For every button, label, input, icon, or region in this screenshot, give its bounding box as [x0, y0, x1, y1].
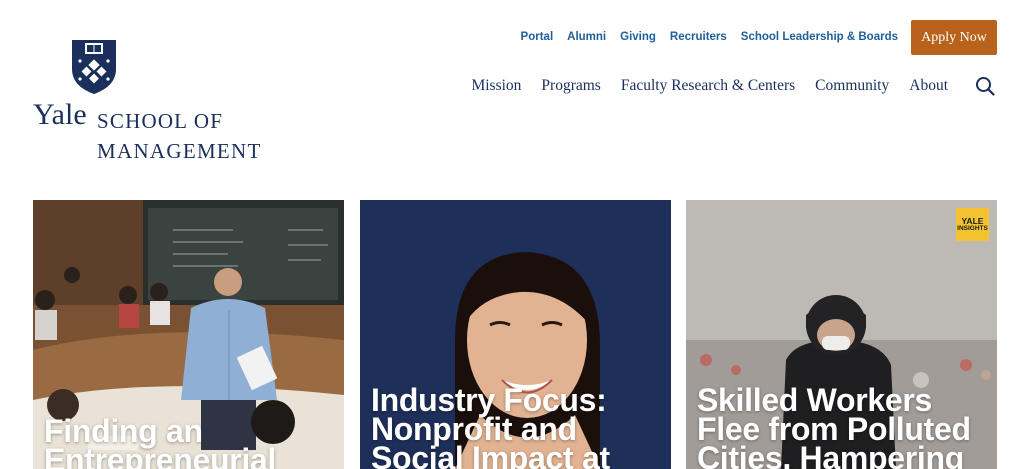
util-link-portal[interactable]: Portal [521, 31, 554, 43]
nav-about[interactable]: About [909, 77, 948, 95]
search-icon[interactable] [975, 76, 995, 96]
card-title[interactable]: Industry Focus: Nonprofit and Social Imp… [371, 384, 666, 469]
util-link-alumni[interactable]: Alumni [567, 31, 606, 43]
wordmark-management: MANAGEMENT [97, 139, 262, 163]
main-nav: Mission Programs Faculty Research & Cent… [471, 77, 948, 95]
nav-faculty-research[interactable]: Faculty Research & Centers [621, 77, 795, 95]
wordmark-yale: Yale [33, 98, 87, 131]
util-link-leadership[interactable]: School Leadership & Boards [741, 31, 898, 43]
wordmark-school-of: SCHOOL OF [97, 109, 224, 133]
util-link-giving[interactable]: Giving [620, 31, 656, 43]
apply-now-button[interactable]: Apply Now [911, 20, 997, 55]
story-card-entrepreneurial[interactable]: Finding an Entrepreneurial [33, 200, 344, 469]
nav-programs[interactable]: Programs [541, 77, 600, 95]
nav-mission[interactable]: Mission [471, 77, 521, 95]
util-link-recruiters[interactable]: Recruiters [670, 31, 727, 43]
card-title[interactable]: Finding an Entrepreneurial [44, 415, 339, 469]
yale-shield-logo[interactable] [71, 39, 117, 95]
nav-community[interactable]: Community [815, 77, 889, 95]
yale-insights-badge: YALE INSIGHTS [956, 208, 989, 241]
card-title[interactable]: Skilled Workers Flee from Polluted Citie… [697, 384, 992, 469]
story-card-polluted-cities[interactable]: YALE INSIGHTS Skilled Workers Flee from … [686, 200, 997, 469]
utility-nav: Portal Alumni Giving Recruiters School L… [521, 31, 898, 43]
badge-line2: INSIGHTS [957, 224, 988, 232]
badge-line1: YALE [961, 215, 984, 226]
story-card-nonprofit[interactable]: Industry Focus: Nonprofit and Social Imp… [360, 200, 671, 469]
